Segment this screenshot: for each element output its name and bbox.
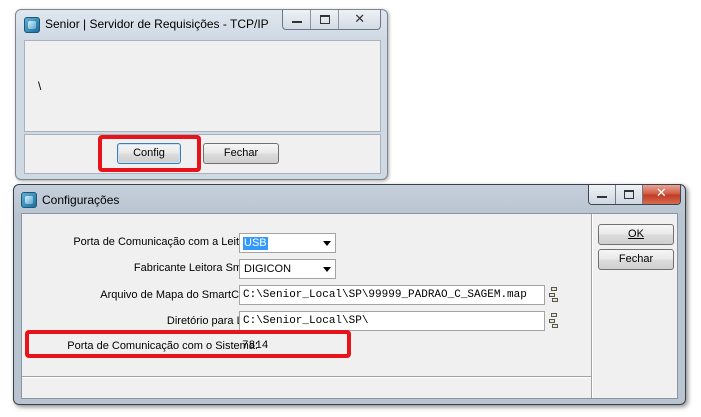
diretorio-log-input[interactable]: C:\Senior_Local\SP\ [239,311,545,331]
app-icon [21,192,37,208]
ok-button-label: OK [628,228,644,240]
browse-folder-icon[interactable] [548,312,561,330]
divider [591,214,593,398]
minimize-button[interactable] [589,185,616,204]
porta-sistema-highlight-box [25,330,351,358]
chevron-down-icon[interactable] [323,267,331,272]
ok-button[interactable]: OK [598,224,674,245]
log-text: \ [38,79,42,93]
window-title: Configurações [42,193,120,207]
porta-leitora-value: USB [243,237,268,250]
minimize-button[interactable] [283,10,312,29]
close-button[interactable]: ✕ [642,185,680,204]
maximize-icon [623,190,634,199]
window-title: Senior | Servidor de Requisições - TCP/I… [45,17,269,31]
fechar-button[interactable]: Fechar [203,143,279,164]
chevron-down-icon[interactable] [323,241,331,246]
maximize-button[interactable] [615,185,643,204]
maximize-icon [319,15,330,24]
porta-leitora-select[interactable]: USB [239,233,336,253]
app-icon [24,17,40,33]
fechar-button[interactable]: Fechar [598,249,674,270]
log-area: \ [24,40,381,132]
divider [22,376,591,378]
maximize-button[interactable] [311,10,340,29]
arquivo-mapa-label: Arquivo de Mapa do SmartCard: [100,289,258,301]
close-button[interactable]: ✕ [339,10,380,29]
minimize-icon [291,21,302,23]
config-highlight-box [98,135,201,172]
configuracoes-window: Configurações ✕ Porta de Comunicação com… [13,184,686,405]
porta-leitora-label: Porta de Comunicação com a Leitora: [73,236,258,248]
fabricante-value: DIGICON [244,263,292,275]
close-icon: ✕ [354,12,366,27]
minimize-icon [596,196,607,198]
fabricante-select[interactable]: DIGICON [239,259,336,279]
config-form: Porta de Comunicação com a Leitora: USB … [21,213,678,399]
button-bar: Config Fechar [24,134,381,174]
window-controls: ✕ [282,10,381,30]
servidor-requisicoes-window: Senior | Servidor de Requisições - TCP/I… [15,9,388,180]
window-controls: ✕ [588,185,681,205]
close-icon: ✕ [655,186,667,201]
arquivo-mapa-input[interactable]: C:\Senior_Local\SP\99999_PADRAO_C_SAGEM.… [239,285,545,305]
browse-file-icon[interactable] [548,286,561,304]
